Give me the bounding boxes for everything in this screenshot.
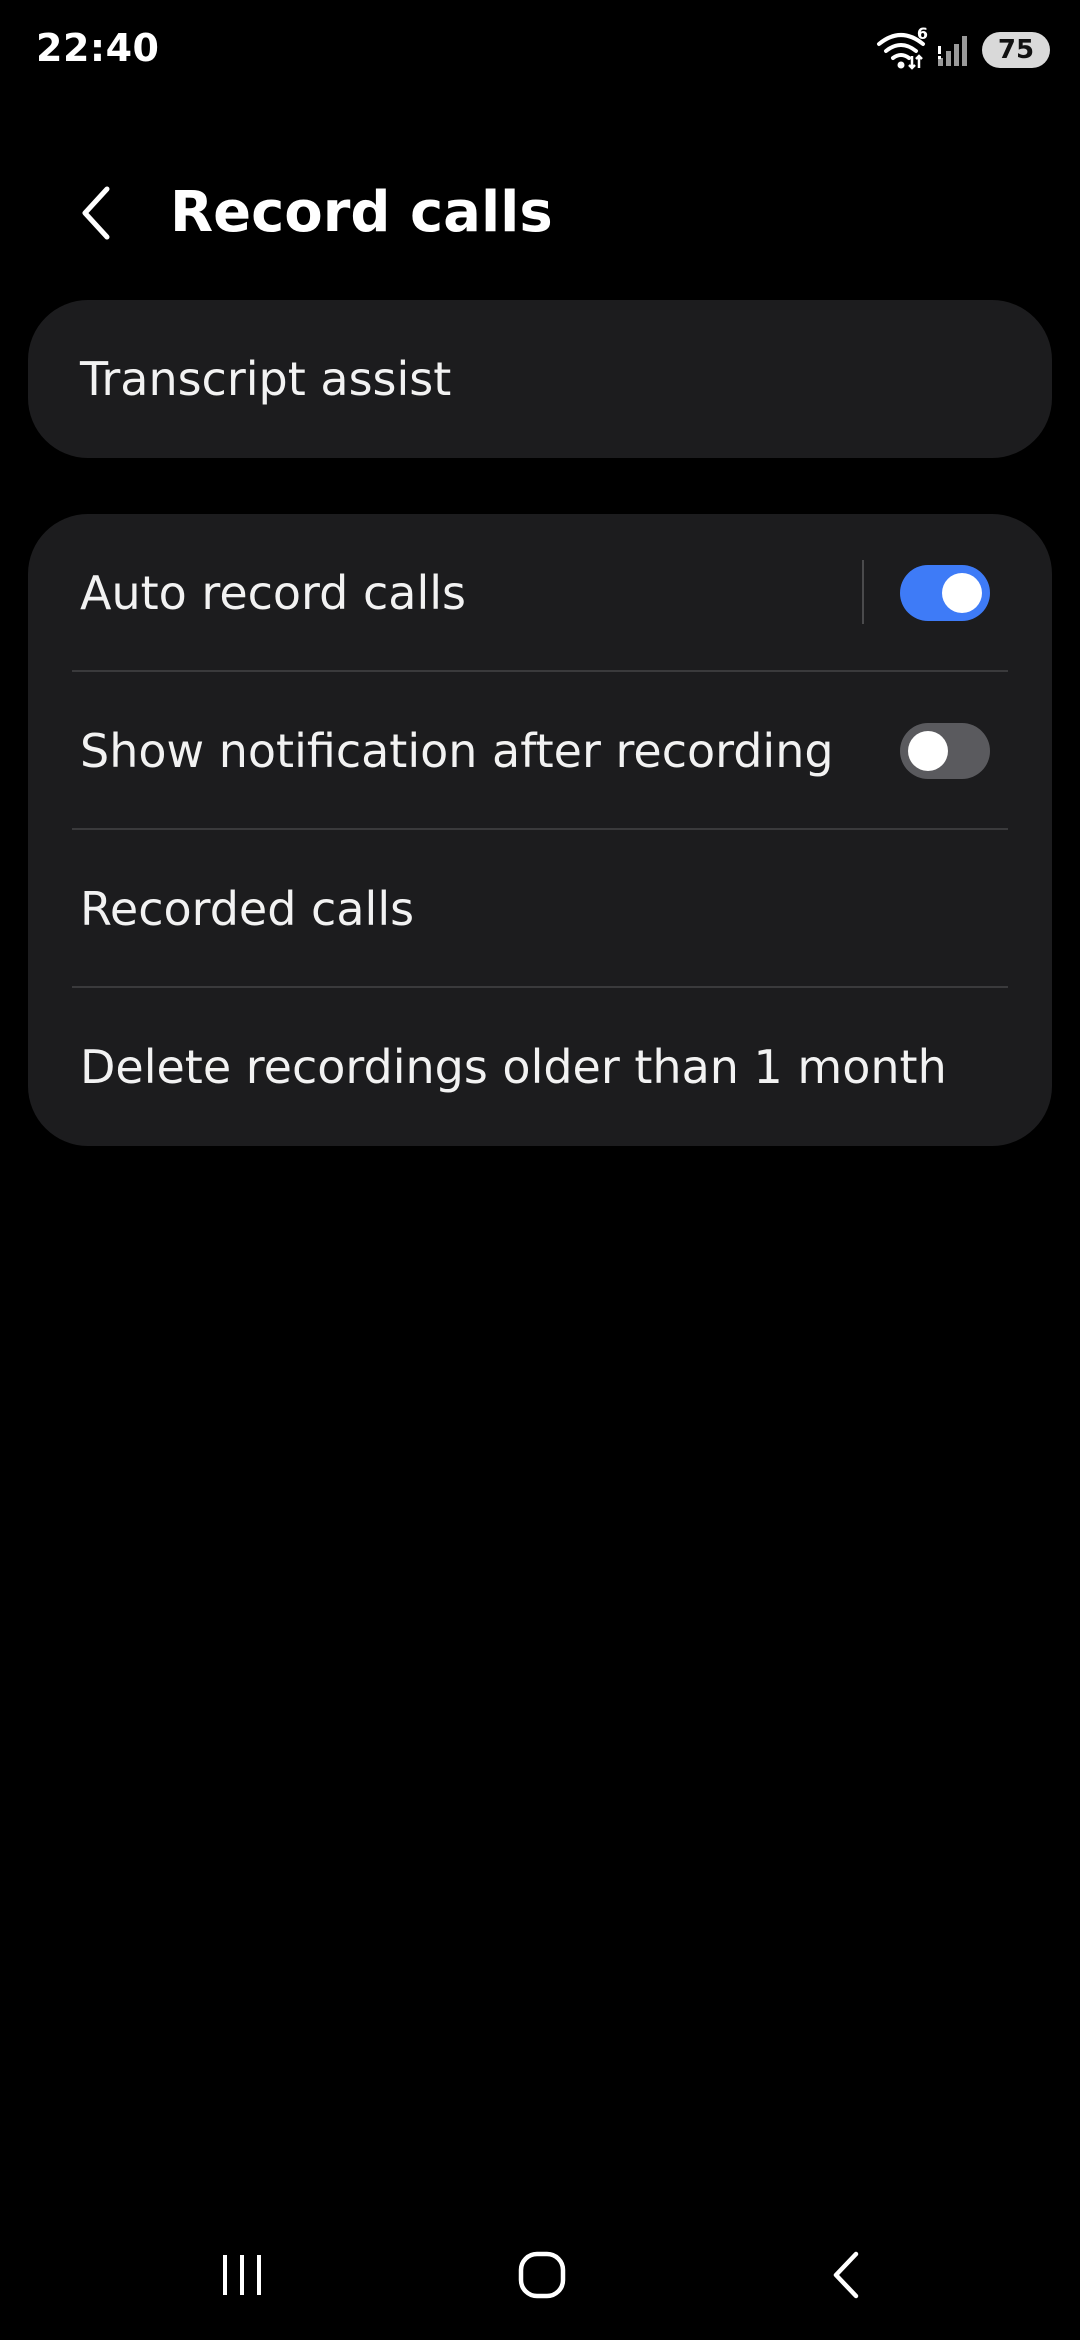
show-notification-item[interactable]: Show notification after recording [28, 672, 1052, 830]
show-notification-toggle[interactable] [900, 723, 990, 779]
transcript-assist-card: Transcript assist [28, 300, 1052, 458]
toggle-knob [908, 731, 948, 771]
home-button[interactable] [502, 2240, 582, 2310]
wifi-icon: 6 [876, 24, 928, 70]
recents-icon [223, 2255, 261, 2295]
wifi-badge: 6 [916, 24, 928, 43]
nav-back-button[interactable] [806, 2240, 886, 2310]
status-bar: 22:40 6 75 [0, 0, 1080, 100]
auto-record-calls-item[interactable]: Auto record calls [28, 514, 1052, 672]
battery-indicator: 75 [982, 32, 1050, 68]
delete-recordings-label: Delete recordings older than 1 month [80, 1040, 947, 1094]
signal-icon [936, 32, 972, 68]
recorded-calls-item[interactable]: Recorded calls [28, 830, 1052, 988]
back-icon [833, 2251, 859, 2299]
page-title: Record calls [170, 180, 553, 245]
transcript-assist-label: Transcript assist [80, 352, 452, 406]
chevron-left-icon [82, 186, 110, 240]
row-separator [862, 560, 864, 624]
auto-record-calls-label: Auto record calls [80, 566, 466, 620]
transcript-assist-item[interactable]: Transcript assist [28, 300, 1052, 458]
home-icon [518, 2251, 566, 2299]
recorded-calls-label: Recorded calls [80, 882, 415, 936]
recents-button[interactable] [202, 2240, 282, 2310]
toggle-knob [942, 573, 982, 613]
system-nav-bar [0, 2210, 1080, 2340]
auto-record-calls-toggle[interactable] [900, 565, 990, 621]
status-time: 22:40 [36, 26, 160, 70]
app-header: Record calls [0, 150, 1080, 270]
show-notification-label: Show notification after recording [80, 724, 834, 778]
delete-recordings-item[interactable]: Delete recordings older than 1 month [28, 988, 1052, 1146]
record-settings-card: Auto record calls Show notification afte… [28, 514, 1052, 1146]
status-icons: 6 75 [876, 24, 1050, 72]
back-button[interactable] [62, 178, 132, 248]
